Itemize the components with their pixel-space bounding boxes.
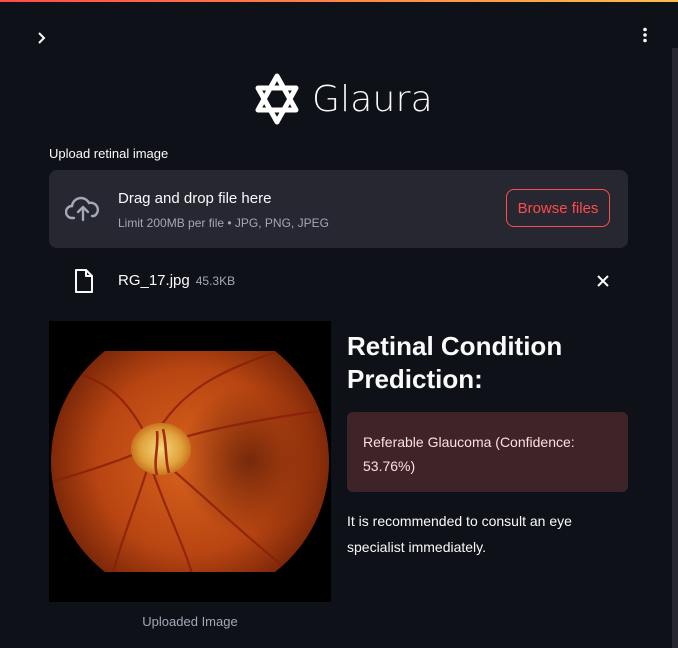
uploaded-retinal-image [49,321,331,602]
remove-file-button[interactable] [593,271,613,291]
image-caption: Uploaded Image [142,614,238,629]
kebab-menu-icon [643,27,647,43]
sidebar-toggle-button[interactable] [32,28,52,48]
close-icon [597,275,609,287]
chevron-right-icon [38,32,46,44]
uploaded-file-row: RG_17.jpg 45.3KB [49,262,628,300]
prediction-alert: Referable Glaucoma (Confidence: 53.76%) [347,412,628,492]
file-icon [75,269,93,293]
file-size: 45.3KB [195,274,236,288]
cloud-upload-icon [65,196,100,222]
top-accent-line [0,0,678,2]
main-menu-button[interactable] [634,24,656,46]
prediction-heading: Retinal Condition Prediction: [347,331,563,394]
glaura-logo-icon [255,73,299,125]
browse-files-button[interactable]: Browse files [506,189,610,227]
scrollbar-track[interactable] [672,48,678,648]
file-name: RG_17.jpg [118,272,190,289]
upload-label: Upload retinal image [49,146,169,161]
dropzone-limits: Limit 200MB per file • JPG, PNG, JPEG [118,216,329,230]
dropzone-title: Drag and drop file here [118,190,272,207]
recommendation-text: It is recommended to consult an eye spec… [347,513,572,555]
brand-logo: Glaura [248,70,433,128]
file-dropzone[interactable]: Drag and drop file here Limit 200MB per … [49,170,628,248]
brand-name: Glaura [312,78,433,120]
